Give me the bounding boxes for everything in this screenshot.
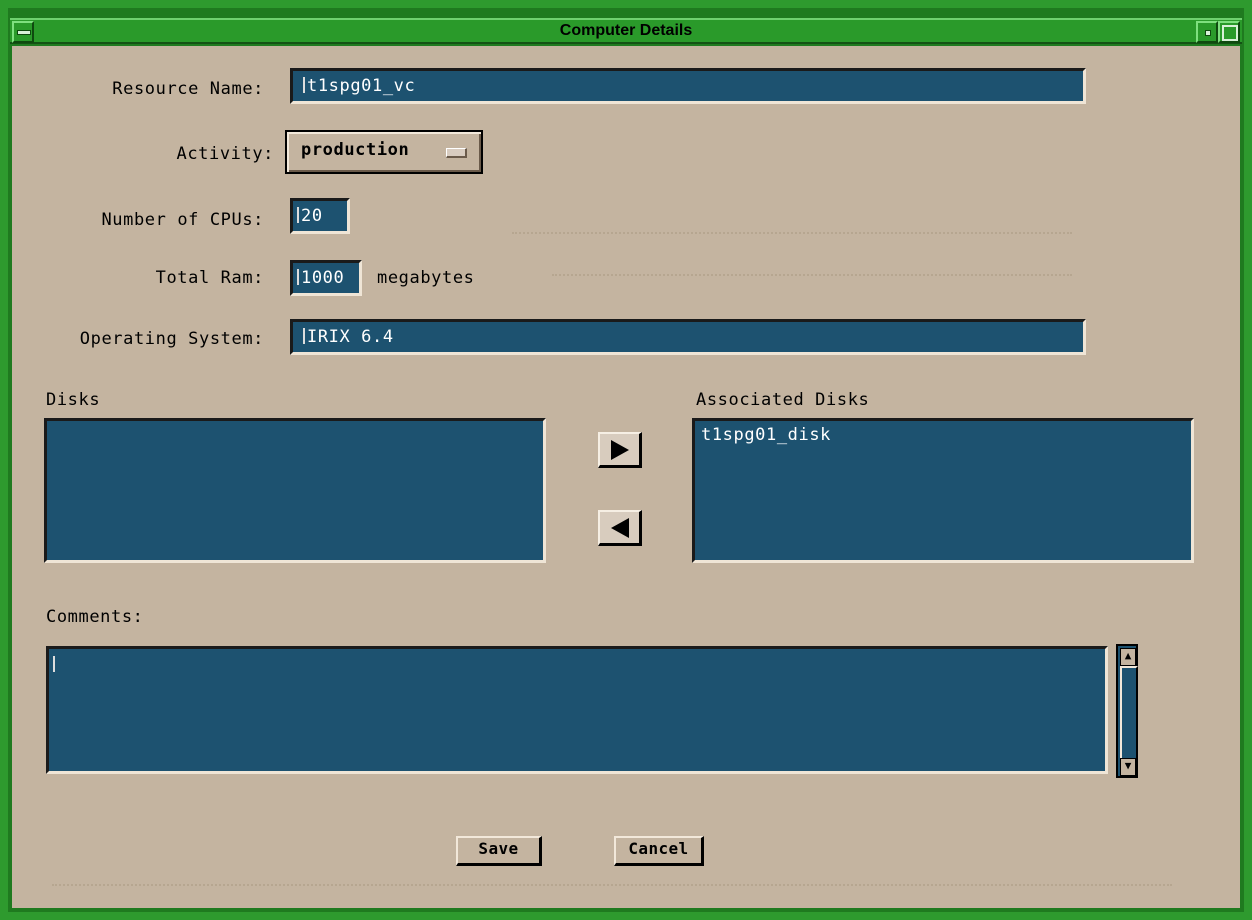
- text-cursor: [297, 269, 299, 285]
- os-label: Operating System:: [79, 329, 264, 349]
- remove-disk-button[interactable]: [598, 510, 642, 546]
- minimize-button[interactable]: [1196, 21, 1218, 43]
- scroll-down-icon[interactable]: ▼: [1120, 758, 1136, 776]
- disks-label: Disks: [46, 390, 101, 410]
- disks-list[interactable]: [44, 418, 546, 563]
- text-cursor: [53, 656, 55, 672]
- activity-value: production: [301, 140, 410, 160]
- resource-name-value: t1spg01_vc: [307, 76, 416, 96]
- add-disk-button[interactable]: [598, 432, 642, 468]
- arrow-left-icon: [611, 518, 629, 538]
- list-item[interactable]: t1spg01_disk: [695, 421, 1191, 449]
- cpus-field[interactable]: 20: [290, 198, 350, 234]
- maximize-button[interactable]: [1218, 21, 1240, 43]
- save-button[interactable]: Save: [456, 836, 542, 866]
- associated-disks-list[interactable]: t1spg01_disk: [692, 418, 1194, 563]
- activity-option-menu[interactable]: production: [285, 130, 483, 174]
- cpus-value: 20: [301, 206, 323, 226]
- background-dots: [512, 232, 1072, 234]
- scroll-up-icon[interactable]: ▲: [1120, 648, 1136, 666]
- resource-name-label: Resource Name:: [112, 79, 264, 99]
- comments-textarea[interactable]: [46, 646, 1108, 774]
- scrollbar-thumb[interactable]: [1120, 666, 1138, 760]
- comments-scrollbar[interactable]: ▲ ▼: [1116, 644, 1138, 778]
- os-value: IRIX 6.4: [307, 327, 394, 347]
- option-menu-indicator-icon: [446, 148, 467, 158]
- ram-field[interactable]: 1000: [290, 260, 362, 296]
- text-cursor: [303, 328, 305, 344]
- cpus-label: Number of CPUs:: [101, 210, 264, 230]
- arrow-right-icon: [611, 440, 629, 460]
- background-dots: [52, 884, 1172, 886]
- minimize-icon: [1205, 30, 1211, 36]
- comments-label: Comments:: [46, 607, 144, 627]
- associated-disks-label: Associated Disks: [696, 390, 870, 410]
- text-cursor: [297, 207, 299, 223]
- ram-unit-label: megabytes: [377, 268, 475, 288]
- window-title: Computer Details: [559, 22, 693, 39]
- cancel-button[interactable]: Cancel: [614, 836, 704, 866]
- activity-label: Activity:: [176, 144, 274, 164]
- dialog-body: Resource Name: t1spg01_vc Activity: prod…: [12, 46, 1240, 908]
- text-cursor: [303, 77, 305, 93]
- os-field[interactable]: IRIX 6.4: [290, 319, 1086, 355]
- background-dots: [552, 274, 1072, 276]
- maximize-icon: [1222, 25, 1238, 41]
- resource-name-field[interactable]: t1spg01_vc: [290, 68, 1086, 104]
- title-bar[interactable]: Computer Details: [10, 18, 1242, 44]
- ram-value: 1000: [301, 268, 345, 288]
- ram-label: Total Ram:: [155, 268, 264, 288]
